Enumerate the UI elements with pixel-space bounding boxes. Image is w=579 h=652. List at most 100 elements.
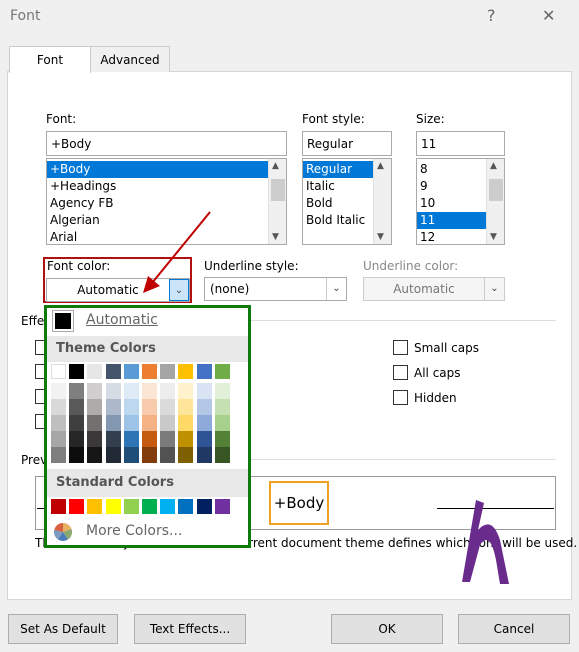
standard-color-swatch[interactable] [160, 499, 176, 514]
theme-shade-swatch[interactable] [142, 383, 157, 399]
theme-shade-swatch[interactable] [214, 383, 230, 399]
scroll-up-icon[interactable]: ▲ [490, 161, 497, 171]
size-list[interactable]: 8 9 10 11 12 ▲ ▼ [416, 158, 505, 245]
scroll-up-icon[interactable]: ▲ [377, 161, 384, 171]
standard-color-swatch[interactable] [214, 499, 230, 514]
theme-shade-swatch[interactable] [69, 431, 85, 447]
theme-shade-swatch[interactable] [160, 383, 176, 399]
theme-color-swatch[interactable] [69, 364, 85, 379]
scrollbar[interactable]: ▲ ▼ [268, 159, 286, 244]
scrollbar[interactable]: ▲ ▼ [486, 159, 504, 244]
theme-shade-swatch[interactable] [196, 399, 212, 415]
standard-color-swatch[interactable] [123, 499, 139, 514]
automatic-color-option[interactable]: Automatic [86, 312, 158, 328]
font-style-input[interactable]: Regular [302, 131, 392, 156]
theme-shade-swatch[interactable] [214, 415, 230, 431]
small-caps-label[interactable]: Small caps [414, 341, 479, 355]
theme-shade-swatch[interactable] [196, 383, 212, 399]
list-item[interactable]: Algerian [47, 212, 286, 229]
tab-advanced[interactable]: Advanced [90, 46, 170, 72]
scroll-down-icon[interactable]: ▼ [272, 232, 279, 242]
theme-shade-swatch[interactable] [105, 447, 121, 463]
chevron-down-icon[interactable]: ⌄ [484, 278, 504, 300]
font-style-list[interactable]: Regular Italic Bold Bold Italic ▲ ▼ [302, 158, 392, 245]
theme-shade-swatch[interactable] [196, 415, 212, 431]
theme-shade-swatch[interactable] [160, 431, 176, 447]
underline-style-combo[interactable]: (none) ⌄ [204, 277, 347, 301]
theme-shade-swatch[interactable] [196, 431, 212, 447]
theme-shade-swatch[interactable] [105, 415, 121, 431]
standard-color-swatch[interactable] [51, 499, 66, 514]
list-item[interactable]: Arial [47, 229, 286, 244]
underline-color-combo[interactable]: Automatic ⌄ [363, 277, 505, 301]
font-input[interactable]: +Body [46, 131, 287, 156]
automatic-color-swatch[interactable] [52, 310, 74, 332]
theme-shade-swatch[interactable] [123, 431, 139, 447]
standard-color-swatch[interactable] [142, 499, 157, 514]
all-caps-checkbox[interactable] [393, 365, 408, 380]
theme-color-swatch[interactable] [214, 364, 230, 379]
font-list[interactable]: +Body +Headings Agency FB Algerian Arial ▲ ▼ [46, 158, 287, 245]
theme-color-swatch[interactable] [105, 364, 121, 379]
font-color-combo[interactable]: Automatic ⌄ [46, 278, 190, 302]
theme-shade-swatch[interactable] [214, 431, 230, 447]
standard-color-swatch[interactable] [87, 499, 103, 514]
hidden-label[interactable]: Hidden [414, 391, 457, 405]
theme-shade-swatch[interactable] [51, 399, 66, 415]
text-effects-button[interactable]: Text Effects... [134, 614, 246, 644]
size-input[interactable]: 11 [416, 131, 505, 156]
theme-shade-swatch[interactable] [142, 431, 157, 447]
theme-shade-swatch[interactable] [178, 383, 194, 399]
theme-shade-swatch[interactable] [178, 415, 194, 431]
theme-shade-swatch[interactable] [69, 399, 85, 415]
list-item[interactable]: +Body [47, 161, 286, 178]
hidden-checkbox[interactable] [393, 390, 408, 405]
theme-shade-swatch[interactable] [142, 415, 157, 431]
chevron-down-icon[interactable]: ⌄ [169, 279, 189, 301]
theme-shade-swatch[interactable] [214, 447, 230, 463]
theme-shade-swatch[interactable] [123, 383, 139, 399]
theme-shade-swatch[interactable] [123, 415, 139, 431]
standard-color-swatch[interactable] [178, 499, 194, 514]
theme-shade-swatch[interactable] [51, 383, 66, 399]
small-caps-checkbox[interactable] [393, 340, 408, 355]
theme-shade-swatch[interactable] [87, 415, 103, 431]
theme-shade-swatch[interactable] [142, 399, 157, 415]
more-colors-option[interactable]: More Colors... [86, 523, 182, 539]
list-item[interactable]: +Headings [47, 178, 286, 195]
set-as-default-button[interactable]: Set As Default [8, 614, 118, 644]
all-caps-label[interactable]: All caps [414, 366, 461, 380]
scroll-thumb[interactable] [489, 179, 503, 201]
theme-color-swatch[interactable] [142, 364, 157, 379]
list-item[interactable]: Agency FB [47, 195, 286, 212]
tab-font[interactable]: Font [9, 46, 91, 73]
standard-color-swatch[interactable] [105, 499, 121, 514]
scroll-down-icon[interactable]: ▼ [490, 232, 497, 242]
scrollbar[interactable]: ▲ ▼ [373, 159, 391, 244]
cancel-button[interactable]: Cancel [458, 614, 570, 644]
theme-shade-swatch[interactable] [51, 415, 66, 431]
theme-shade-swatch[interactable] [51, 431, 66, 447]
theme-shade-swatch[interactable] [123, 399, 139, 415]
theme-shade-swatch[interactable] [160, 447, 176, 463]
theme-shade-swatch[interactable] [105, 399, 121, 415]
theme-shade-swatch[interactable] [105, 383, 121, 399]
theme-shade-swatch[interactable] [87, 399, 103, 415]
theme-shade-swatch[interactable] [105, 431, 121, 447]
theme-shade-swatch[interactable] [160, 415, 176, 431]
theme-shade-swatch[interactable] [123, 447, 139, 463]
theme-shade-swatch[interactable] [178, 431, 194, 447]
theme-color-swatch[interactable] [87, 364, 103, 379]
theme-color-swatch[interactable] [160, 364, 176, 379]
theme-shade-swatch[interactable] [69, 383, 85, 399]
theme-shade-swatch[interactable] [87, 431, 103, 447]
theme-shade-swatch[interactable] [69, 447, 85, 463]
ok-button[interactable]: OK [331, 614, 443, 644]
theme-color-swatch[interactable] [123, 364, 139, 379]
close-button[interactable]: ✕ [542, 6, 555, 25]
theme-color-swatch[interactable] [51, 364, 66, 379]
theme-color-swatch[interactable] [196, 364, 212, 379]
standard-color-swatch[interactable] [69, 499, 85, 514]
theme-shade-swatch[interactable] [142, 447, 157, 463]
help-button[interactable]: ? [487, 6, 496, 25]
